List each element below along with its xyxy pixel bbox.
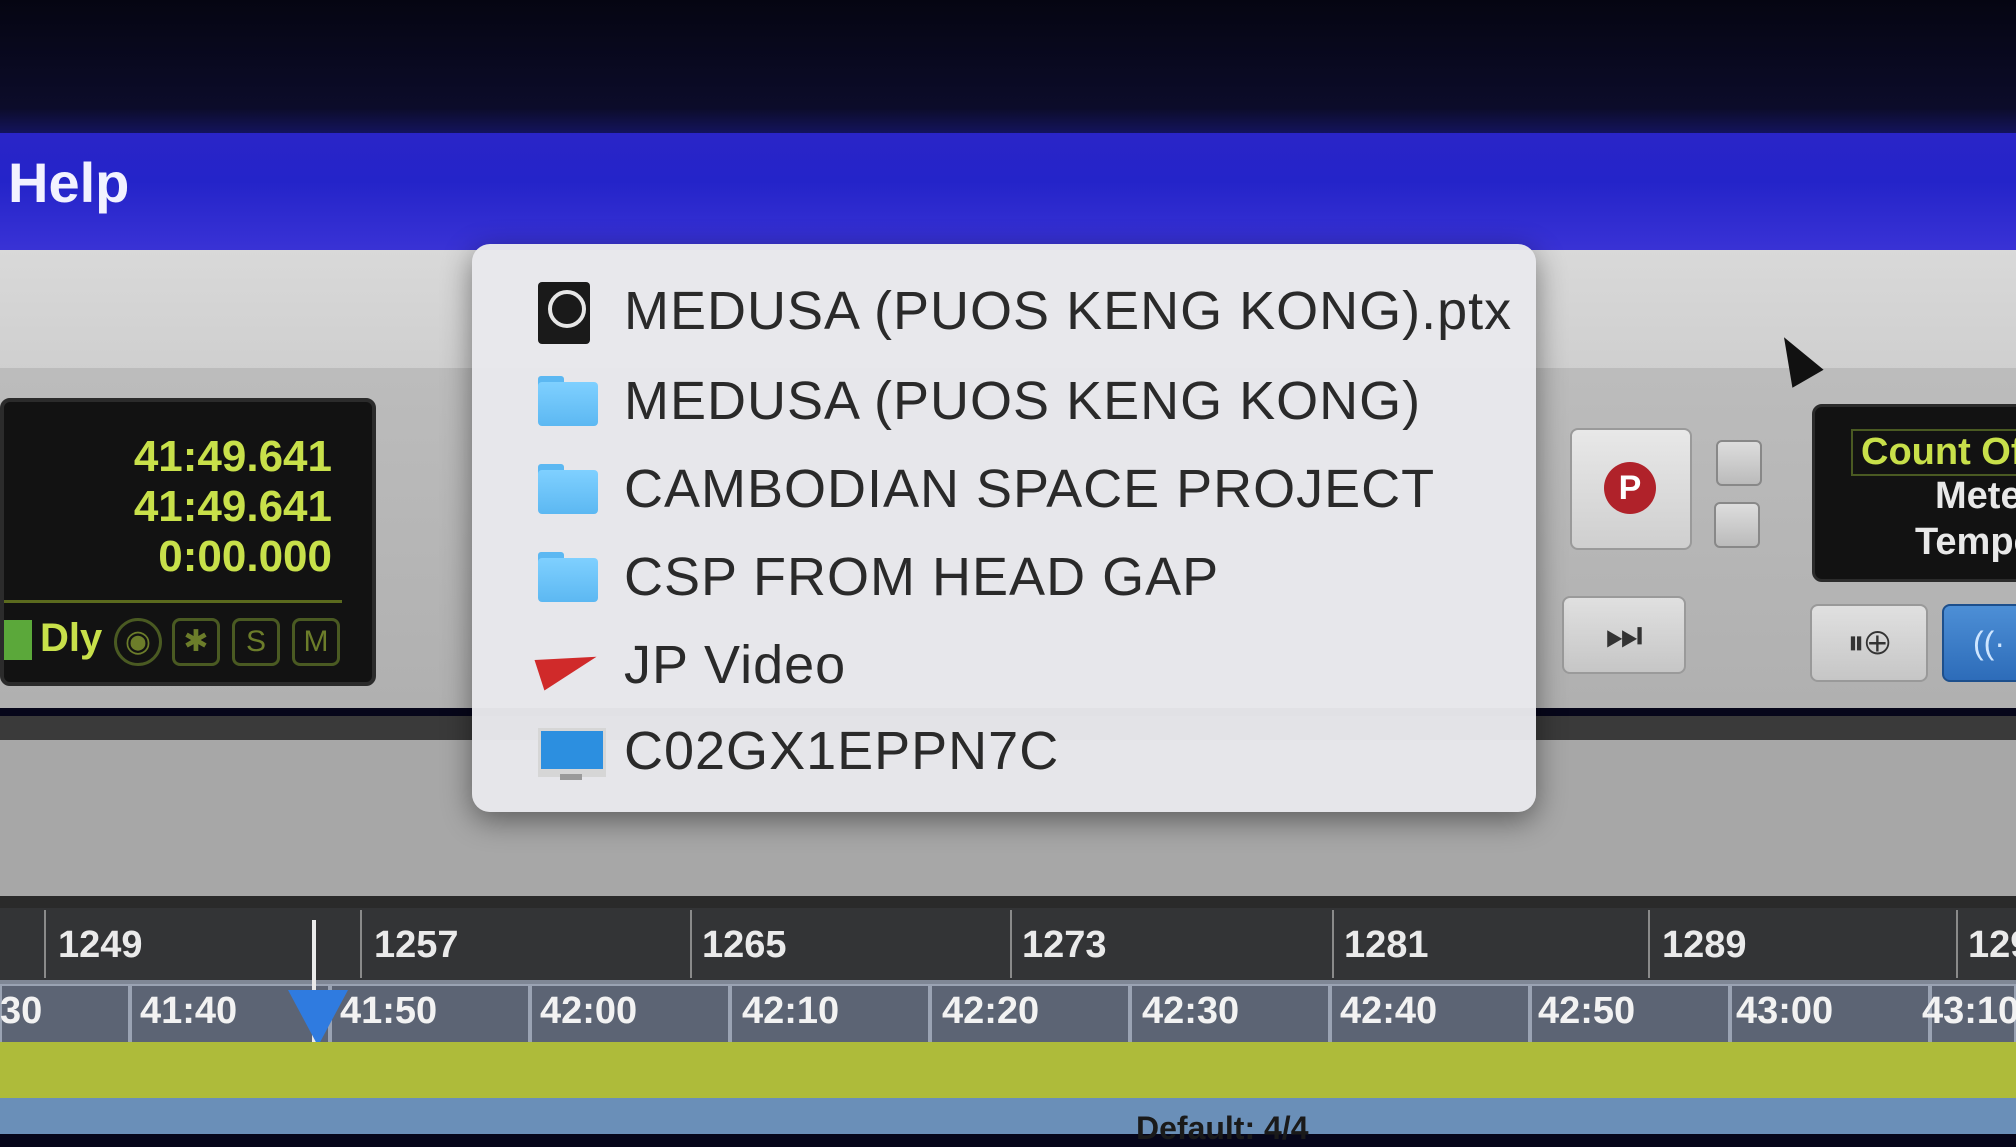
- timecode-label: 41:40: [140, 990, 238, 1032]
- bar-tick: [690, 910, 692, 978]
- dly-label[interactable]: Dly: [40, 616, 102, 661]
- counter-length[interactable]: 0:00.000: [158, 532, 332, 582]
- timecode-label: 43:10: [1922, 990, 2016, 1032]
- record-button[interactable]: P: [1570, 428, 1692, 550]
- record-icon: P: [1604, 462, 1656, 514]
- timecode-label: 42:30: [1142, 990, 1240, 1032]
- tempo-ruler[interactable]: [0, 1042, 2016, 1098]
- path-item-session-file[interactable]: MEDUSA (PUOS KENG KONG).ptx: [472, 266, 1536, 354]
- screen-bezel: [0, 0, 2016, 135]
- path-item-label: CAMBODIAN SPACE PROJECT: [624, 459, 1436, 519]
- menu-bar: [0, 133, 2016, 253]
- menu-help[interactable]: Help: [8, 150, 129, 215]
- bar-tick: [1332, 910, 1334, 978]
- path-item-label: CSP FROM HEAD GAP: [624, 547, 1220, 607]
- click-metronome-button[interactable]: ((·: [1942, 604, 2016, 682]
- bar-tick: [1956, 910, 1958, 978]
- path-item-csp-folder[interactable]: CSP FROM HEAD GAP: [472, 532, 1536, 620]
- delay-indicator-icon: [4, 620, 32, 660]
- path-item-session-folder[interactable]: MEDUSA (PUOS KENG KONG): [472, 356, 1536, 444]
- path-item-computer[interactable]: C02GX1EPPN7C: [472, 706, 1536, 794]
- meter-ruler[interactable]: [0, 1098, 2016, 1134]
- online-icon[interactable]: ◉: [114, 618, 162, 666]
- timecode-label: 41:50: [340, 990, 438, 1032]
- timecode-label: 42:00: [540, 990, 638, 1032]
- meter-label[interactable]: Mete: [1935, 475, 2016, 518]
- tempo-label[interactable]: Tempo: [1915, 521, 2016, 564]
- path-item-project-folder[interactable]: CAMBODIAN SPACE PROJECT: [472, 444, 1536, 532]
- path-item-label: MEDUSA (PUOS KENG KONG): [624, 371, 1422, 431]
- main-counter: 41:49.641 41:49.641 0:00.000 Dly ◉ ✱ S M: [0, 398, 376, 686]
- counter-main[interactable]: 41:49.641: [134, 432, 332, 482]
- folder-icon: [538, 460, 598, 516]
- bar-tick: [1010, 910, 1012, 978]
- bar-tick: [1648, 910, 1650, 978]
- timecode-label: 30: [0, 990, 43, 1032]
- counter-divider: [4, 600, 342, 603]
- delay-row: Dly ◉ ✱ S M: [4, 610, 372, 670]
- session-file-icon: [538, 282, 598, 344]
- timecode-label: 42:10: [742, 990, 840, 1032]
- bar-number: 1249: [58, 924, 143, 966]
- folder-icon: [538, 548, 598, 604]
- path-item-label: MEDUSA (PUOS KENG KONG).ptx: [624, 281, 1513, 341]
- timecode-label: 42:40: [1340, 990, 1438, 1032]
- go-to-end-button[interactable]: ⏭: [1562, 596, 1686, 674]
- meter-default-label: Default: 4/4: [1136, 1110, 1309, 1146]
- timecode-label: 43:00: [1736, 990, 1834, 1032]
- wait-for-note-button[interactable]: ⏸⊕: [1810, 604, 1928, 682]
- playhead-arrow-icon[interactable]: [288, 990, 348, 1046]
- bar-number: 1273: [1022, 924, 1107, 966]
- solo-button[interactable]: S: [232, 618, 280, 666]
- bar-number: 1265: [702, 924, 787, 966]
- asterisk-icon[interactable]: ✱: [172, 618, 220, 666]
- bar-number: 129: [1968, 924, 2016, 966]
- timecode-label: 42:20: [942, 990, 1040, 1032]
- path-item-label: C02GX1EPPN7C: [624, 721, 1060, 781]
- bar-number: 1281: [1344, 924, 1429, 966]
- count-off-button[interactable]: Count Of: [1851, 429, 2016, 476]
- path-item-label: JP Video: [624, 635, 847, 695]
- bar-tick: [360, 910, 362, 978]
- option-square-bottom[interactable]: [1714, 502, 1760, 548]
- timecode-label: 42:50: [1538, 990, 1636, 1032]
- path-popup-menu: MEDUSA (PUOS KENG KONG).ptx MEDUSA (PUOS…: [472, 244, 1536, 812]
- bar-number: 1289: [1662, 924, 1747, 966]
- bar-tick: [44, 910, 46, 978]
- mute-button[interactable]: M: [292, 618, 340, 666]
- folder-icon: [538, 372, 598, 428]
- bar-number: 1257: [374, 924, 459, 966]
- path-item-drive[interactable]: JP Video: [472, 620, 1536, 708]
- imac-computer-icon: [538, 722, 606, 780]
- midi-control-panel: Count Of Mete Tempo: [1812, 404, 2016, 582]
- option-square-top[interactable]: [1716, 440, 1762, 486]
- counter-start[interactable]: 41:49.641: [134, 482, 332, 532]
- red-tag-drive-icon: [534, 636, 602, 692]
